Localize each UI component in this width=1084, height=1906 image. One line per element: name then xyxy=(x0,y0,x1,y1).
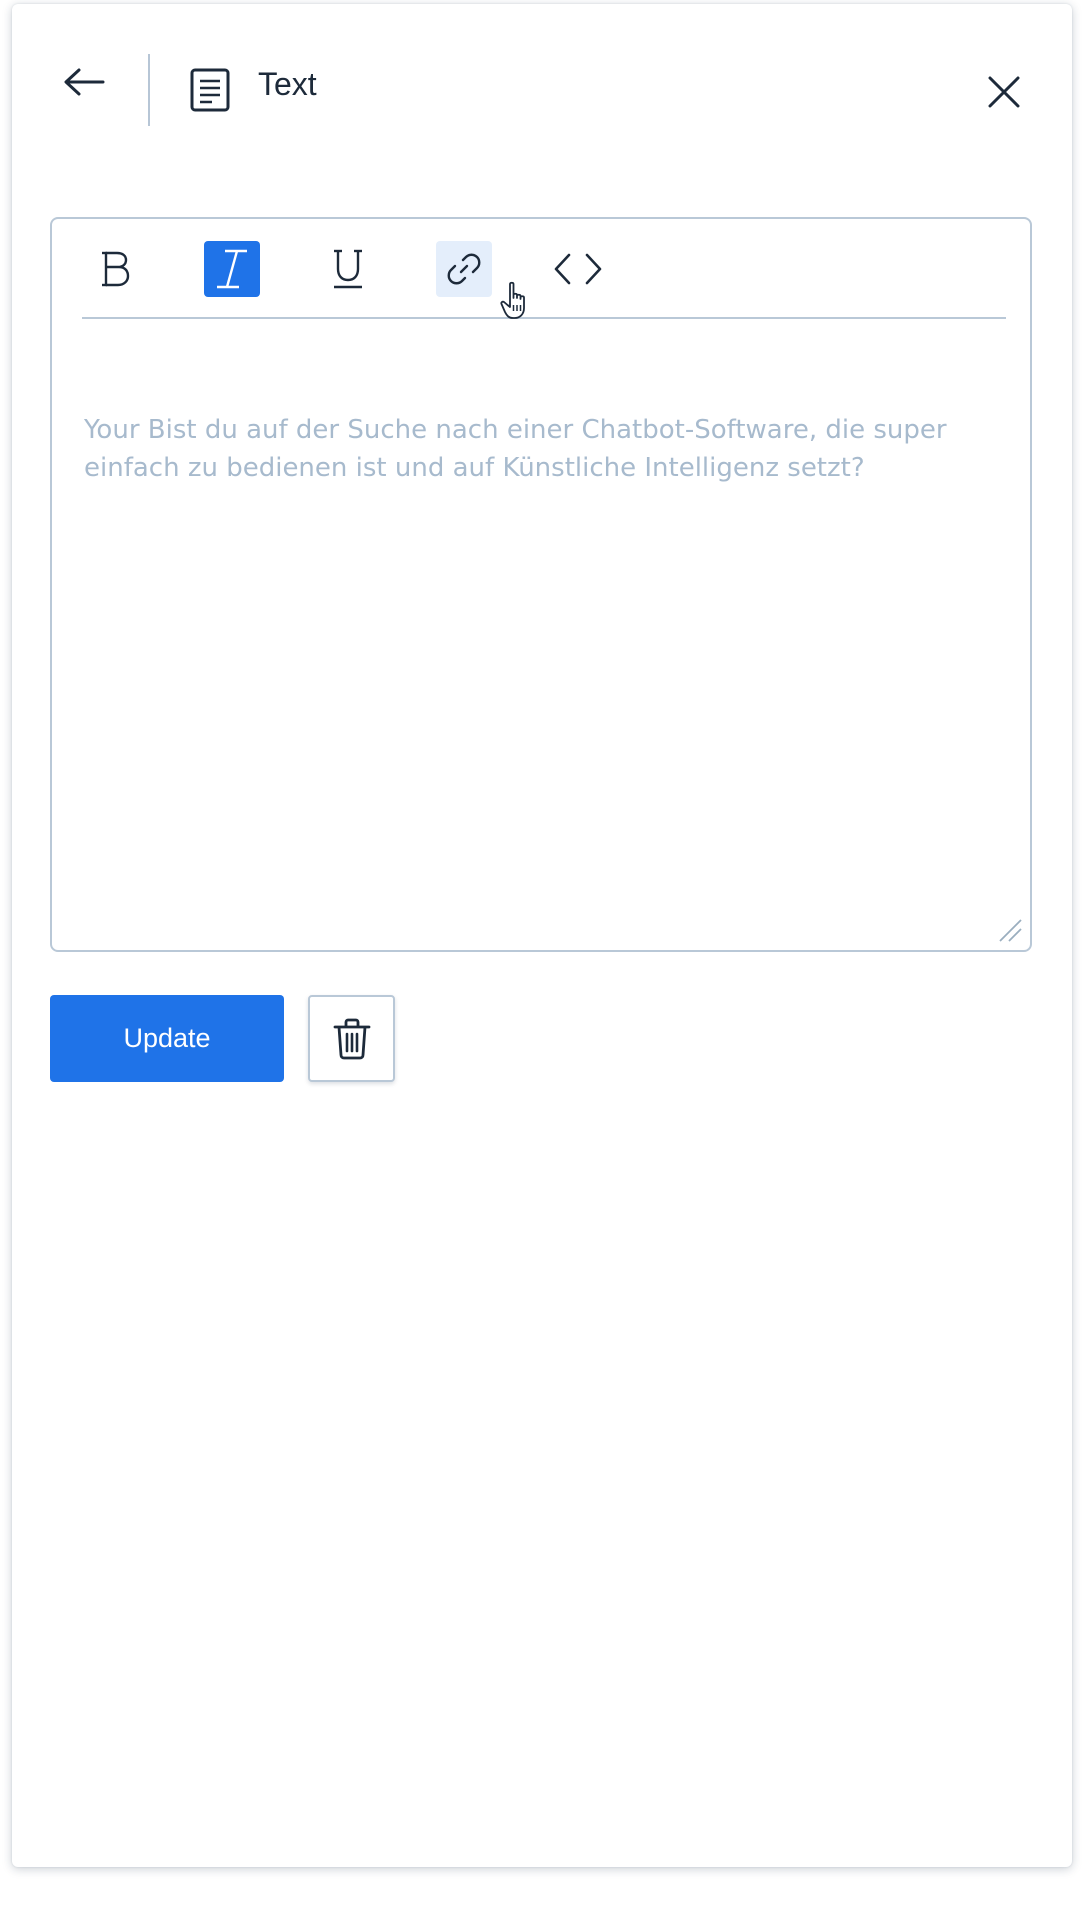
back-button[interactable] xyxy=(60,58,108,106)
resize-handle-icon[interactable] xyxy=(996,916,1024,944)
bold-button[interactable] xyxy=(88,241,144,297)
underline-button[interactable] xyxy=(320,241,376,297)
page-title: Text xyxy=(258,66,317,102)
delete-button[interactable] xyxy=(308,995,395,1082)
update-button[interactable]: Update xyxy=(50,995,284,1082)
hand-pointer-cursor-icon xyxy=(500,281,525,319)
formatting-toolbar xyxy=(82,219,1006,319)
close-icon xyxy=(988,76,1020,108)
link-icon xyxy=(447,253,481,285)
underline-icon xyxy=(334,249,362,289)
editor-placeholder[interactable]: Your Bist du auf der Suche nach einer Ch… xyxy=(84,411,1004,487)
rich-text-editor[interactable]: Your Bist du auf der Suche nach einer Ch… xyxy=(50,217,1032,952)
header-divider xyxy=(148,54,150,126)
trash-icon xyxy=(333,1018,370,1059)
code-button[interactable] xyxy=(550,241,606,297)
close-button[interactable] xyxy=(984,72,1024,112)
link-button[interactable] xyxy=(436,241,492,297)
side-panel: Text Your Bist du auf der Suche nach ein… xyxy=(12,4,1072,1867)
bold-icon xyxy=(102,251,130,287)
code-icon xyxy=(554,253,602,285)
arrow-left-icon xyxy=(64,68,105,96)
document-text-icon xyxy=(190,68,230,112)
italic-button[interactable] xyxy=(204,241,260,297)
italic-icon xyxy=(217,249,247,289)
